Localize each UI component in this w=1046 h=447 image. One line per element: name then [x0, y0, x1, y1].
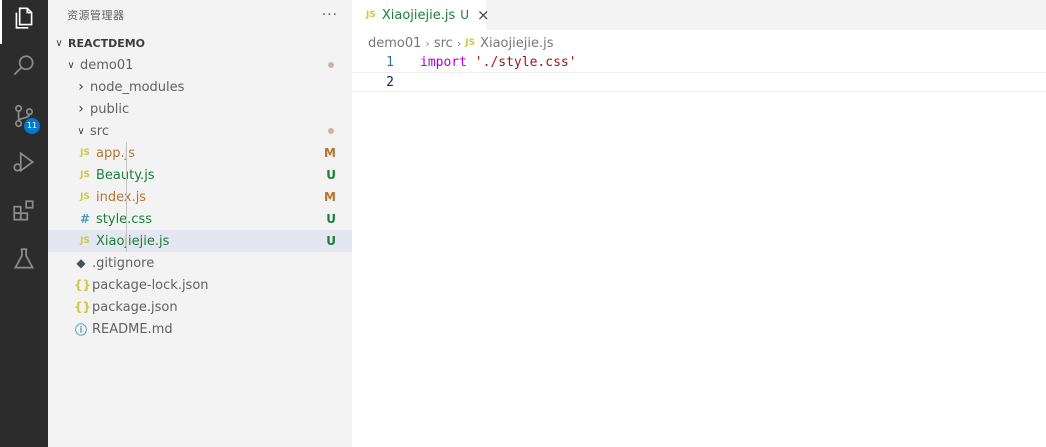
chevron-down-icon: ∨ — [77, 125, 85, 137]
git-status-badge: M — [324, 190, 336, 204]
breadcrumb-demo01[interactable]: demo01 — [368, 36, 421, 51]
js-file-icon: JS — [80, 170, 90, 180]
code-editor[interactable]: 1 import './style.css' 2 — [352, 52, 1046, 92]
extensions-icon — [11, 198, 37, 228]
js-file-icon: JS — [80, 192, 90, 202]
chevron-right-icon: › — [78, 79, 84, 95]
git-status-badge: U — [326, 168, 336, 182]
explorer-title: 资源管理器 — [67, 9, 125, 22]
git-status-badge: U — [326, 234, 336, 248]
tree-item-label: package.json — [92, 299, 178, 315]
tree-item-label: style.css — [96, 211, 152, 227]
tree-file[interactable]: {} package-lock.json — [48, 274, 352, 296]
js-file-icon: JS — [80, 236, 90, 246]
git-status-badge: M — [324, 146, 336, 160]
code-line-current[interactable]: 2 — [352, 72, 1046, 92]
search-button[interactable] — [0, 44, 48, 92]
run-debug-button[interactable] — [0, 140, 48, 188]
js-file-icon: JS — [366, 10, 376, 20]
testing-button[interactable] — [0, 237, 48, 285]
js-file-icon: JS — [80, 148, 90, 158]
files-icon — [11, 5, 37, 35]
info-icon: ⓘ — [74, 322, 87, 337]
extensions-button[interactable] — [0, 189, 48, 237]
close-icon[interactable]: × — [477, 6, 490, 24]
indent-guide — [126, 142, 127, 252]
explorer-header: 资源管理器 ··· — [48, 0, 352, 30]
activity-bar: 11 — [0, 0, 48, 447]
json-file-icon: {} — [74, 278, 92, 292]
tree-item-label: public — [90, 101, 130, 117]
line-number: 2 — [386, 74, 394, 90]
source-control-button[interactable]: 11 — [0, 94, 48, 142]
tree-folder[interactable]: ∨ src — [48, 120, 352, 142]
tree-folder[interactable]: › node_modules — [48, 76, 352, 98]
tree-file[interactable]: JS app.js M — [48, 142, 352, 164]
breadcrumb-src[interactable]: src — [434, 36, 453, 51]
tree-file[interactable]: JSBeauty.jsU — [48, 164, 352, 186]
tab-status: U — [460, 8, 470, 22]
workspace-root[interactable]: ∨ REACTDEMO — [48, 32, 352, 54]
explorer-sidebar: 资源管理器 ··· ∨ REACTDEMO ∨ demo01 › node_modul… — [48, 0, 352, 447]
line-number: 1 — [386, 54, 394, 70]
json-file-icon: {} — [74, 300, 92, 314]
editor-area: JS Xiaojiejie.js U × demo01 › src › JS X… — [352, 0, 1046, 447]
workspace-root-label: REACTDEMO — [68, 36, 146, 50]
more-actions-icon[interactable]: ··· — [322, 7, 338, 23]
source-control-badge: 11 — [24, 118, 40, 134]
tab-bar: JS Xiaojiejie.js U × — [352, 0, 1046, 30]
chevron-right-icon: › — [78, 101, 84, 117]
chevron-right-icon: › — [456, 36, 462, 50]
tree-file[interactable]: # style.css U — [48, 208, 352, 230]
keyword-token: import — [420, 54, 467, 70]
chevron-down-icon: ∨ — [67, 59, 75, 71]
file-tree: ∨ REACTDEMO ∨ demo01 › node_modules › public ∨… — [48, 32, 352, 340]
tree-item-label: src — [90, 123, 109, 139]
changes-dot-icon — [328, 128, 334, 134]
chevron-right-icon: › — [425, 36, 430, 50]
tree-item-label: Xiaojiejie.js — [96, 233, 170, 249]
tree-item-label: package-lock.json — [92, 277, 209, 293]
tab-label: Xiaojiejie.js — [381, 7, 456, 23]
tree-folder[interactable]: › public — [48, 98, 352, 120]
tree-file[interactable]: JS index.js M — [48, 186, 352, 208]
tree-file[interactable]: JS Xiaojiejie.js U — [48, 230, 352, 252]
tab-xiaojiejie-js[interactable]: JS Xiaojiejie.js U × — [352, 0, 490, 30]
code-line[interactable]: 1 import './style.css' — [352, 52, 1046, 72]
tree-file[interactable]: {} package.json — [48, 296, 352, 318]
search-icon — [11, 53, 37, 83]
tree-item-label: .gitignore — [92, 255, 155, 271]
breadcrumb-file[interactable]: Xiaojiejie.js — [480, 36, 553, 51]
explorer-button[interactable] — [0, 0, 48, 44]
string-token: './style.css' — [474, 54, 577, 70]
run-debug-icon — [11, 149, 37, 179]
git-status-badge: U — [326, 212, 336, 226]
chevron-down-icon: ∨ — [55, 37, 63, 49]
css-file-icon: # — [79, 212, 91, 226]
tree-item-label: README.md — [92, 321, 173, 337]
changes-dot-icon — [328, 62, 334, 68]
tree-item-label: index.js — [96, 189, 147, 205]
testing-icon — [11, 246, 37, 276]
git-file-icon: ◆ — [76, 256, 86, 270]
tree-file[interactable]: ⓘ README.md — [48, 318, 352, 340]
tree-folder[interactable]: ∨ demo01 — [48, 54, 352, 76]
js-file-icon: JS — [465, 38, 476, 48]
tree-file[interactable]: ◆ .gitignore — [48, 252, 352, 274]
tree-item-label: demo01 — [80, 57, 134, 73]
tree-item-label: app.js — [96, 145, 135, 161]
line-content[interactable]: import './style.css' — [420, 55, 577, 70]
tree-item-label: node_modules — [90, 79, 185, 95]
